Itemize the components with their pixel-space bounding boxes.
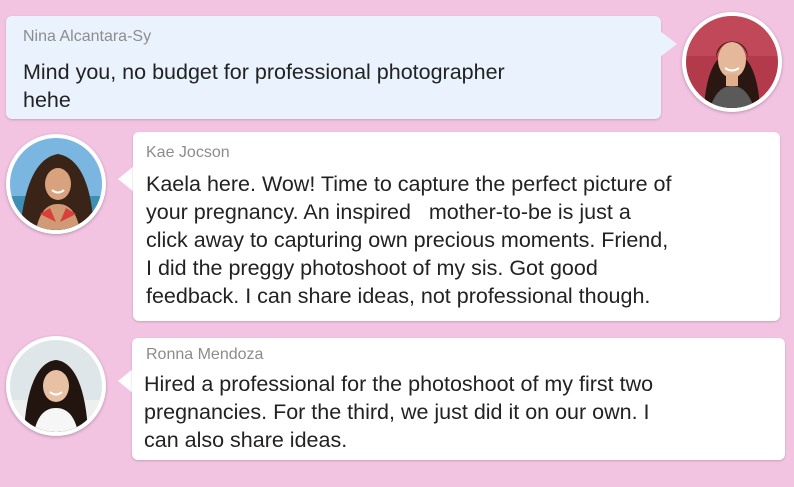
author-name: Ronna Mendoza: [146, 346, 264, 363]
message-bubble-kae: Kae Jocson Kaela here. Wow! Time to capt…: [133, 132, 780, 321]
message-line: Kaela here. Wow! Time to capture the per…: [146, 172, 672, 196]
message-line: Mind you, no budget for professional pho…: [23, 60, 505, 84]
bubble-tail: [118, 166, 134, 192]
message-line: click away to capturing own precious mom…: [146, 228, 669, 252]
message-line: feedback. I can share ideas, not profess…: [146, 284, 651, 308]
message-text: Kaela here. Wow! Time to capture the per…: [146, 170, 776, 310]
message-line: pregnancies. For the third, we just did …: [144, 400, 650, 424]
avatar-photo: [10, 340, 102, 432]
message-bubble-nina: Nina Alcantara-Sy Mind you, no budget fo…: [6, 16, 661, 119]
bubble-tail: [660, 31, 677, 57]
message-line: Hired a professional for the photoshoot …: [144, 372, 654, 396]
message-line: your pregnancy. An inspired mother-to-be…: [146, 200, 631, 224]
avatar-kae[interactable]: [6, 134, 106, 234]
message-line: hehe: [23, 88, 71, 112]
message-line: I did the preggy photoshoot of my sis. G…: [146, 256, 598, 280]
message-text: Mind you, no budget for professional pho…: [23, 58, 653, 114]
avatar-ronna[interactable]: [6, 336, 106, 436]
message-line: can also share ideas.: [144, 428, 348, 452]
avatar-photo: [686, 16, 778, 108]
avatar-photo: [10, 138, 102, 230]
message-bubble-ronna: Ronna Mendoza Hired a professional for t…: [132, 338, 785, 460]
avatar-nina[interactable]: [682, 12, 782, 112]
message-text: Hired a professional for the photoshoot …: [144, 370, 779, 454]
author-name: Nina Alcantara-Sy: [23, 28, 152, 45]
author-name: Kae Jocson: [146, 144, 230, 161]
